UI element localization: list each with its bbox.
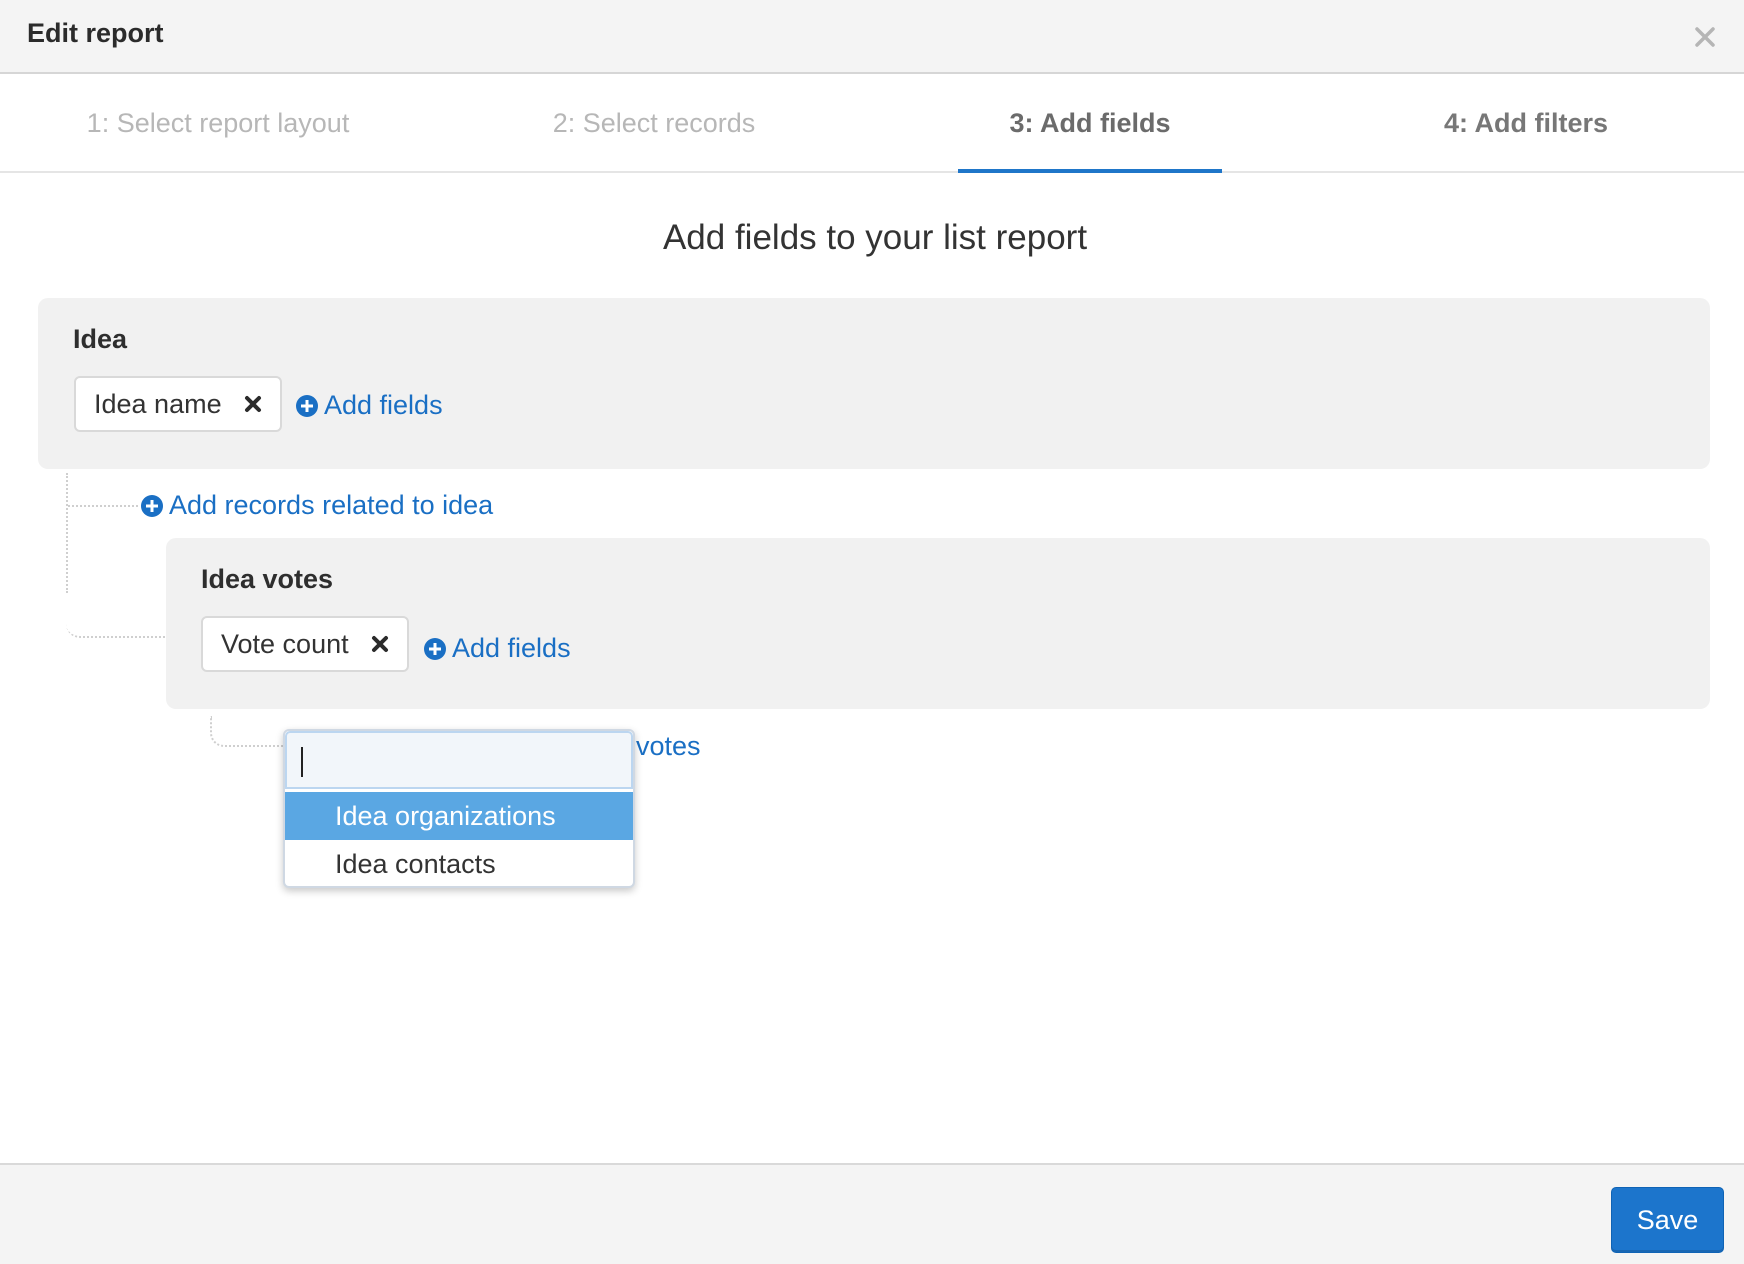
plus-circle-icon (424, 637, 446, 660)
tab-label: 3: Add fields (1009, 108, 1171, 138)
tree-connector (66, 473, 68, 593)
tree-connector (210, 716, 284, 747)
add-fields-label: Add fields (324, 390, 443, 420)
remove-field-icon[interactable] (244, 395, 262, 413)
close-icon[interactable] (1690, 22, 1720, 52)
tab-add-filters[interactable]: 4: Add filters (1308, 74, 1744, 171)
tree-connector (68, 505, 138, 507)
field-chip-vote-count: Vote count (201, 616, 409, 672)
dropdown-option-idea-organizations[interactable]: Idea organizations (285, 792, 633, 840)
active-tab-indicator (958, 169, 1222, 173)
idea-panel: Idea Idea name Add fields (38, 298, 1710, 469)
save-button[interactable]: Save (1611, 1187, 1724, 1253)
tree-connector (66, 590, 166, 638)
plus-circle-icon (296, 394, 318, 417)
plus-circle-icon (141, 494, 163, 517)
tab-select-report-layout[interactable]: 1: Select report layout (0, 74, 436, 171)
add-related-records-link[interactable]: Add records related to idea (141, 490, 493, 521)
modal-footer: Save (0, 1163, 1744, 1264)
tab-label: 2: Select records (552, 108, 756, 138)
wizard-tabs: 1: Select report layout 2: Select record… (0, 74, 1744, 173)
remove-field-icon[interactable] (371, 635, 389, 653)
add-related-records-label: Add records related to idea (169, 490, 494, 520)
add-related-records-link[interactable]: votes (636, 731, 701, 762)
modal-title: Edit report (27, 18, 164, 48)
idea-votes-panel: Idea votes Vote count Add fields (166, 538, 1710, 709)
add-fields-link[interactable]: Add fields (296, 390, 443, 421)
panel-title: Idea votes (201, 564, 334, 594)
add-fields-link[interactable]: Add fields (424, 633, 571, 664)
field-chip-label: Vote count (221, 628, 349, 659)
modal-header: Edit report (0, 0, 1744, 74)
related-records-dropdown: Idea organizations Idea contacts (283, 729, 635, 888)
tab-select-records[interactable]: 2: Select records (436, 74, 872, 171)
page-title: Add fields to your list report (662, 218, 1088, 257)
tab-label: 4: Add filters (1443, 108, 1609, 138)
field-chip-idea-name: Idea name (74, 376, 282, 432)
panel-title: Idea (73, 324, 128, 354)
dropdown-search-input[interactable] (287, 733, 631, 787)
dropdown-option-idea-contacts[interactable]: Idea contacts (285, 840, 633, 886)
text-cursor (301, 747, 303, 777)
field-chip-label: Idea name (94, 388, 222, 419)
tab-label: 1: Select report layout (86, 108, 350, 138)
dropdown-search-field[interactable] (285, 731, 633, 789)
add-fields-label: Add fields (452, 633, 571, 663)
add-related-records-label: votes (636, 731, 701, 761)
tab-add-fields[interactable]: 3: Add fields (872, 74, 1308, 173)
